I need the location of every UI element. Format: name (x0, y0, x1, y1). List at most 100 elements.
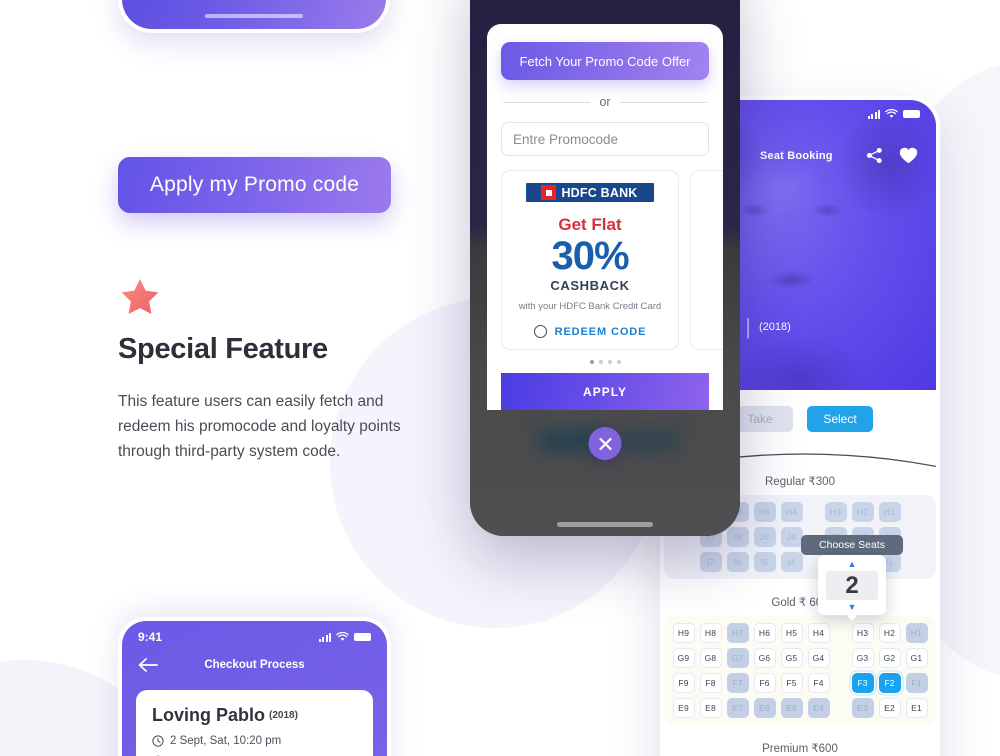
seat[interactable]: J5 (753, 527, 776, 547)
checkout-status-bar: 9:41 (122, 621, 387, 644)
seat[interactable]: F8 (699, 673, 722, 693)
checkout-datetime-row: 2 Sept, Sat, 10:20 pm (152, 735, 357, 747)
offer-amount: 30% (551, 234, 629, 278)
apply-promo-code-button[interactable]: Apply my Promo code (118, 157, 391, 213)
seat[interactable]: G3 (851, 648, 874, 668)
offer-card-next[interactable] (690, 170, 723, 351)
signal-icon (318, 632, 331, 642)
seat[interactable]: F4 (807, 673, 830, 693)
seat[interactable]: E7 (726, 698, 749, 718)
status-bar (867, 109, 920, 119)
seat[interactable]: G9 (672, 648, 695, 668)
seat[interactable]: H5 (753, 502, 776, 522)
seat-row: F9 F8 F7 F6 F5 F4 F3 F2 F1 (672, 673, 928, 693)
movie-year: (2018) (759, 321, 791, 333)
seat[interactable]: I5 (753, 552, 776, 572)
seat[interactable]: E4 (807, 698, 830, 718)
offer-note: with your HDFC Bank Credit Card (518, 300, 662, 312)
promocode-input[interactable] (501, 122, 709, 156)
seat[interactable]: E6 (753, 698, 776, 718)
seat[interactable]: G1 (905, 648, 928, 668)
seat[interactable]: G4 (807, 648, 830, 668)
seat[interactable]: H7 (726, 623, 749, 643)
share-icon[interactable] (866, 147, 883, 164)
carousel-dot-4[interactable] (616, 360, 621, 365)
seat[interactable]: H6 (753, 623, 776, 643)
zone-label-gold: Gold ₹ 600 (771, 597, 829, 609)
seat[interactable]: E1 (905, 698, 928, 718)
redeem-code-row[interactable]: REDEEM CODE (512, 325, 668, 339)
seat[interactable]: F7 (726, 673, 749, 693)
seat[interactable]: H3 (851, 623, 874, 643)
seat[interactable]: G7 (726, 648, 749, 668)
seat[interactable]: E8 (699, 698, 722, 718)
close-sheet-button[interactable] (588, 427, 622, 460)
chevron-down-icon[interactable]: ▼ (818, 602, 886, 612)
seat[interactable]: F6 (753, 673, 776, 693)
redeem-radio-icon[interactable] (533, 325, 547, 339)
seat[interactable]: F5 (780, 673, 803, 693)
seat[interactable]: H1 (905, 623, 928, 643)
select-button[interactable]: Select (807, 406, 873, 432)
hero-actions (866, 147, 918, 164)
seat[interactable]: F2 (878, 673, 901, 693)
seat[interactable]: H3 (824, 502, 847, 522)
carousel-dot-2[interactable] (598, 360, 603, 365)
wifi-icon (336, 632, 349, 641)
seat[interactable]: E3 (851, 698, 874, 718)
special-feature-block: Special Feature This feature users can e… (118, 275, 408, 464)
signal-icon (867, 109, 880, 119)
close-icon (598, 437, 612, 450)
promo-code-sheet: Fetch Your Promo Code Offer or HDFC BANK… (487, 24, 723, 411)
battery-icon (354, 633, 371, 641)
fetch-promo-offer-button[interactable]: Fetch Your Promo Code Offer (501, 42, 709, 80)
stepper-label: Choose Seats (801, 535, 903, 555)
seat-row: G9 G8 G7 G6 G5 G4 G3 G2 G1 (672, 648, 928, 668)
checkout-movie-name: Loving Pablo (152, 705, 266, 725)
checkout-movie-title: Loving Pablo (2018) (152, 705, 357, 726)
choose-seats-stepper[interactable]: Choose Seats ▲ 2 ▼ (801, 535, 903, 622)
seat[interactable]: F1 (905, 673, 928, 693)
seat[interactable]: E2 (878, 698, 901, 718)
heart-icon[interactable] (899, 147, 918, 164)
offer-card-hdfc[interactable]: HDFC BANK Get Flat 30% CASHBACK with you… (501, 170, 679, 351)
seat[interactable]: I7 (699, 552, 722, 572)
seat[interactable]: H1 (878, 502, 901, 522)
seat[interactable]: F3 (851, 673, 874, 693)
zone-gold: Gold ₹ 600 H9 H8 H7 H6 H5 H4 H3 H2 H1 G9 G8 G7 G6 G5 G… (664, 579, 936, 725)
zone-premium: Premium ₹600 D3D2D1 (664, 725, 936, 756)
seat[interactable]: E9 (672, 698, 695, 718)
phone-frame-checkout: 9:41 Checkout Process Loving Pablo (2018) (118, 617, 391, 756)
seat[interactable]: G8 (699, 648, 722, 668)
carousel-dots[interactable] (501, 350, 709, 373)
home-indicator-center (557, 522, 653, 527)
seat[interactable]: G5 (780, 648, 803, 668)
seat[interactable]: I4 (780, 552, 803, 572)
seat-row: H9 H8 H7 H6 H5 H4 H3 H2 H1 (672, 623, 928, 643)
seat[interactable]: E5 (780, 698, 803, 718)
seat[interactable]: J4 (780, 527, 803, 547)
apply-button[interactable]: APPLY (501, 373, 709, 411)
seat[interactable]: G6 (753, 648, 776, 668)
seat[interactable]: H8 (699, 623, 722, 643)
hdfc-bank-name: HDFC BANK (561, 185, 638, 200)
carousel-dot-1[interactable] (589, 360, 594, 365)
battery-icon (903, 110, 920, 118)
seat[interactable]: G2 (878, 648, 901, 668)
seat[interactable]: H4 (780, 502, 803, 522)
seat-row: E9 E8 E7 E6 E5 E4 E3 E2 E1 (672, 698, 928, 718)
redeem-code-label: REDEEM CODE (554, 325, 647, 338)
seat[interactable]: H4 (807, 623, 830, 643)
seat[interactable]: I6 (726, 552, 749, 572)
seat[interactable]: H9 (672, 623, 695, 643)
seat[interactable]: H2 (851, 502, 874, 522)
seat[interactable]: H5 (780, 623, 803, 643)
zone-label-premium: Premium ₹600 (762, 743, 838, 755)
hdfc-bank-logo: HDFC BANK (526, 183, 654, 202)
stepper-value: 2 (826, 571, 878, 601)
seat[interactable]: H2 (878, 623, 901, 643)
checkout-nav-bar: Checkout Process (122, 644, 387, 672)
carousel-dot-3[interactable] (607, 360, 612, 365)
chevron-up-icon[interactable]: ▲ (818, 559, 886, 569)
seat[interactable]: F9 (672, 673, 695, 693)
